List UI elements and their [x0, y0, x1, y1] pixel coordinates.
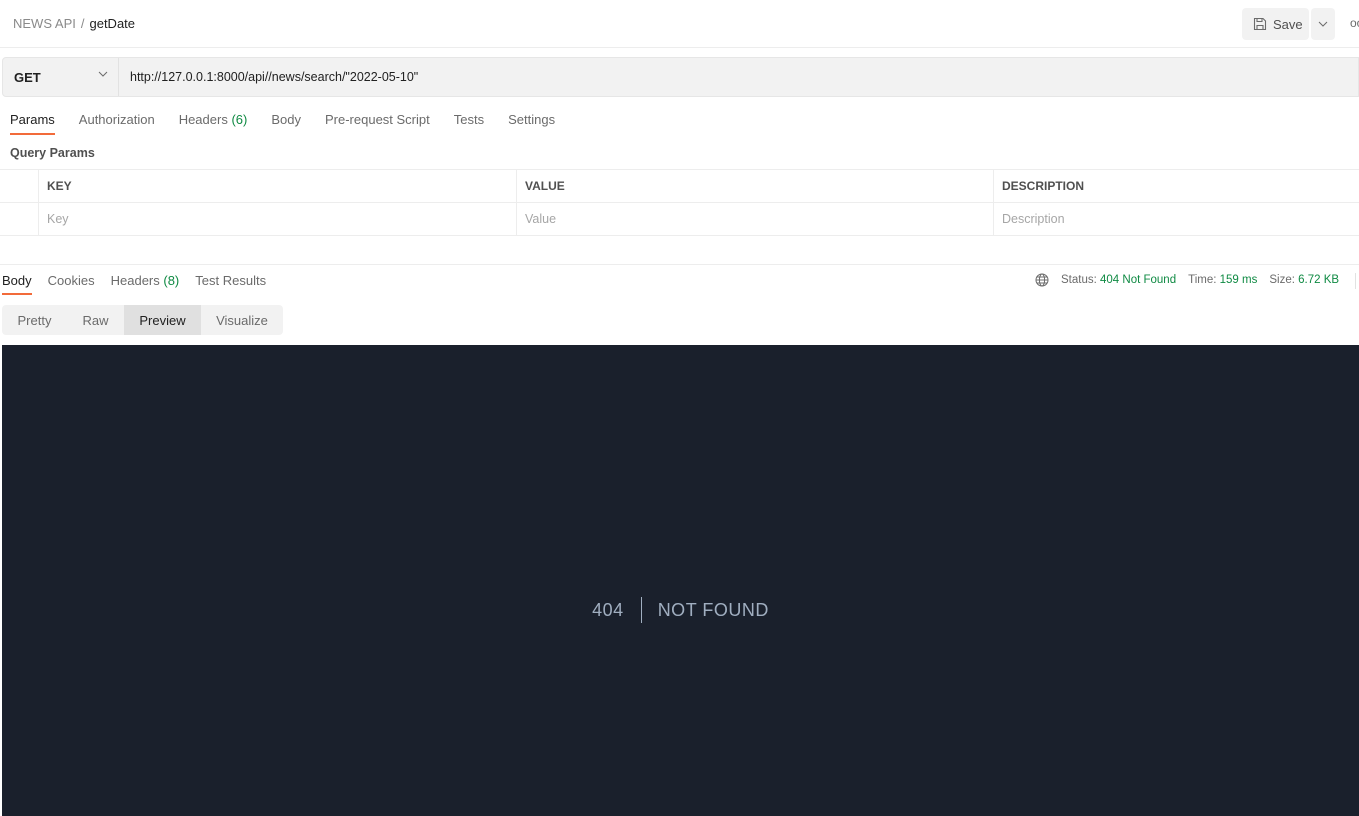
status-value: 404 Not Found: [1100, 274, 1177, 286]
breadcrumb-request-name[interactable]: getDate: [89, 16, 135, 31]
chevron-down-icon: [98, 71, 108, 77]
response-tab-headers[interactable]: Headers (8): [111, 273, 180, 295]
tab-label: Headers: [178, 112, 228, 127]
key-column-header: KEY: [39, 170, 517, 202]
tab-count: (8): [163, 273, 180, 288]
view-tab-raw[interactable]: Raw: [67, 305, 124, 335]
save-icon: [1253, 17, 1267, 31]
method-label: GET: [14, 69, 41, 85]
view-tab-visualize[interactable]: Visualize: [201, 305, 283, 335]
time-readout[interactable]: Time: 159 ms: [1188, 274, 1257, 286]
tab-label: Body: [2, 273, 32, 288]
not-found-message: 404 Not Found: [2, 597, 1359, 623]
error-code: 404: [592, 597, 642, 623]
tab-settings[interactable]: Settings: [508, 112, 555, 135]
tab-pre-request-script[interactable]: Pre-request Script: [325, 112, 430, 135]
tab-label: Headers: [110, 273, 160, 288]
breadcrumb: NEWS API / getDate: [13, 16, 135, 31]
row-checkbox-cell[interactable]: [0, 203, 39, 235]
query-params-table: KEY VALUE DESCRIPTION Key Value Descript…: [0, 169, 1359, 236]
response-meta: Status: 404 Not Found Time: 159 ms Size:…: [1035, 273, 1356, 289]
save-label: Save: [1273, 16, 1303, 32]
meta-divider: [1355, 273, 1356, 289]
tab-label: Cookies: [47, 273, 95, 288]
tab-authorization[interactable]: Authorization: [79, 112, 155, 135]
url-input[interactable]: http://127.0.0.1:8000/api//news/search/"…: [130, 70, 418, 84]
table-header-row: KEY VALUE DESCRIPTION: [0, 170, 1359, 203]
save-button[interactable]: Save: [1242, 8, 1309, 40]
response-tabs: Body Cookies Headers (8) Test Results: [2, 273, 282, 295]
response-tab-test-results[interactable]: Test Results: [195, 273, 266, 295]
response-view-tabs: Pretty Raw Preview Visualize: [2, 305, 283, 335]
tab-label: Test Results: [195, 273, 267, 288]
tab-label: Pre-request Script: [324, 112, 430, 127]
globe-icon[interactable]: [1035, 273, 1049, 287]
response-divider[interactable]: [0, 264, 1359, 265]
url-bar: GET http://127.0.0.1:8000/api//news/sear…: [2, 57, 1359, 97]
error-message: Not Found: [657, 600, 769, 620]
tab-body[interactable]: Body: [271, 112, 301, 135]
response-tab-cookies[interactable]: Cookies: [48, 273, 95, 295]
method-select[interactable]: GET: [3, 58, 119, 96]
tab-label: Tests: [453, 112, 485, 127]
description-input[interactable]: Description: [994, 203, 1359, 235]
time-label: Time:: [1188, 274, 1217, 286]
response-tab-body[interactable]: Body: [2, 273, 32, 295]
status-readout[interactable]: Status: 404 Not Found: [1061, 274, 1176, 286]
breadcrumb-collection[interactable]: NEWS API: [13, 16, 76, 31]
checkbox-column-header: [0, 170, 39, 202]
top-bar: NEWS API / getDate Save oo: [0, 0, 1359, 48]
tab-params[interactable]: Params: [10, 112, 55, 135]
size-readout[interactable]: Size: 6.72 KB: [1269, 274, 1339, 286]
value-column-header: VALUE: [517, 170, 994, 202]
tab-label: Authorization: [78, 112, 155, 127]
request-tabs: Params Authorization Headers (6) Body Pr…: [10, 112, 579, 135]
description-column-header: DESCRIPTION: [1002, 179, 1085, 193]
save-dropdown-button[interactable]: [1311, 8, 1335, 40]
size-label: Size:: [1269, 274, 1295, 286]
view-tab-preview[interactable]: Preview: [124, 305, 201, 335]
value-input[interactable]: Value: [517, 203, 994, 235]
tab-tests[interactable]: Tests: [454, 112, 484, 135]
view-tab-pretty[interactable]: Pretty: [2, 305, 67, 335]
size-value: 6.72 KB: [1298, 274, 1340, 286]
chevron-down-icon: [1318, 21, 1328, 27]
more-options-icon[interactable]: oo: [1350, 16, 1359, 30]
key-input[interactable]: Key: [39, 203, 517, 235]
time-value: 159 ms: [1219, 274, 1258, 286]
response-preview: 404 Not Found: [2, 345, 1359, 816]
query-params-title: Query Params: [10, 146, 95, 160]
tab-count: (6): [231, 112, 248, 127]
table-row: Key Value Description: [0, 203, 1359, 236]
tab-label: Body: [271, 112, 301, 127]
tab-headers[interactable]: Headers (6): [179, 112, 248, 135]
breadcrumb-separator: /: [80, 16, 85, 31]
tab-label: Params: [10, 112, 55, 127]
tab-label: Settings: [508, 112, 556, 127]
status-label: Status:: [1061, 274, 1097, 286]
